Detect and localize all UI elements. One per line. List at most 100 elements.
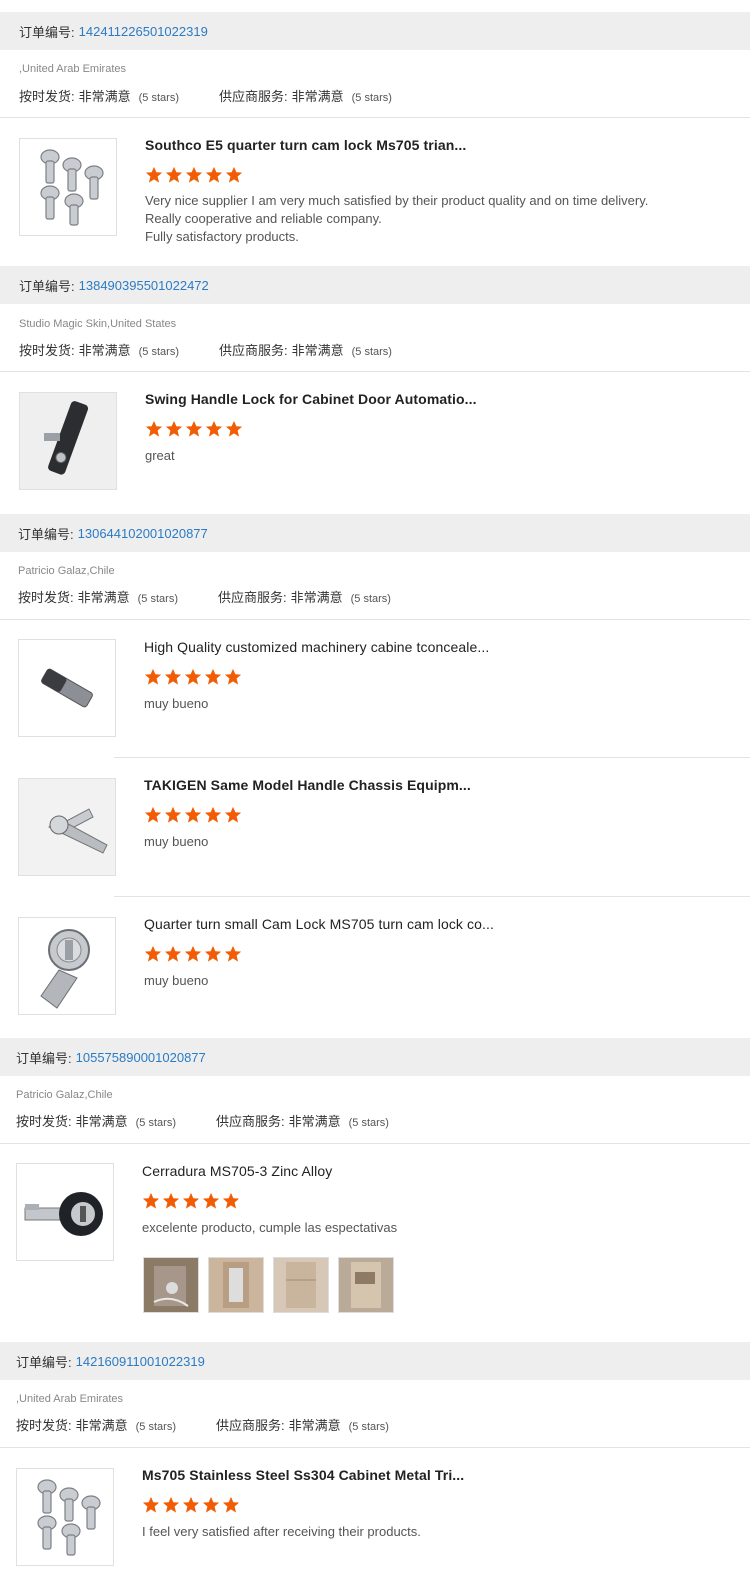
product-title-link[interactable]: Southco E5 quarter turn cam lock Ms705 t… (145, 137, 466, 153)
service-label: 供应商服务: (218, 89, 288, 104)
order-number-label: 订单编号: (16, 1050, 72, 1066)
star-icon (142, 1496, 160, 1513)
service-value: 非常满意 (288, 1418, 341, 1433)
star-icon (144, 668, 162, 685)
on-time-label: 按时发货: (18, 590, 74, 605)
product-thumbnail[interactable] (18, 778, 116, 876)
divider (0, 619, 750, 620)
seller-ratings: 按时发货: 非常满意 (5 stars) 供应商服务: 非常满意 (5 star… (18, 587, 391, 606)
product-title-link[interactable]: High Quality customized machinery cabine… (144, 639, 489, 655)
product-thumbnail[interactable] (16, 1468, 114, 1566)
product-thumbnail[interactable] (18, 639, 116, 737)
order-number-link[interactable]: 142411226501022319 (79, 24, 208, 39)
buyer-info: Patricio Galaz,Chile (18, 565, 115, 577)
star-icon (224, 806, 242, 823)
star-icon (204, 668, 222, 685)
star-icon (144, 945, 162, 962)
product-thumbnail[interactable] (16, 1163, 114, 1261)
on-time-value: 非常满意 (75, 1114, 128, 1129)
star-icon (164, 668, 182, 685)
star-icon (222, 1192, 240, 1209)
service-label: 供应商服务: (215, 1418, 285, 1433)
order-header: 订单编号: 130644102001020877 (0, 514, 750, 552)
on-time-label: 按时发货: (16, 1418, 72, 1433)
order-header: 订单编号: 142160911001022319 (0, 1342, 750, 1380)
divider (0, 371, 750, 372)
star-icon (165, 166, 183, 183)
product-title-link[interactable]: Ms705 Stainless Steel Ss304 Cabinet Meta… (142, 1467, 464, 1483)
star-icon (222, 1496, 240, 1513)
product-title-link[interactable]: TAKIGEN Same Model Handle Chassis Equipm… (144, 777, 471, 793)
star-icon (225, 166, 243, 183)
star-icon (224, 668, 242, 685)
seller-ratings: 按时发货: 非常满意 (5 stars) 供应商服务: 非常满意 (5 star… (16, 1415, 389, 1434)
service-label: 供应商服务: (218, 343, 288, 358)
service-stars: (5 stars) (350, 593, 391, 605)
service-stars: (5 stars) (351, 92, 392, 104)
on-time-value: 非常满意 (78, 89, 131, 104)
star-icon (145, 420, 163, 437)
star-icon (165, 420, 183, 437)
star-icon (225, 420, 243, 437)
divider (0, 1143, 750, 1144)
seller-ratings: 按时发货: 非常满意 (5 stars) 供应商服务: 非常满意 (5 star… (16, 1111, 389, 1130)
buyer-photo[interactable] (338, 1257, 394, 1313)
service-label: 供应商服务: (215, 1114, 285, 1129)
service-label: 供应商服务: (217, 590, 287, 605)
buyer-photo[interactable] (208, 1257, 264, 1313)
product-thumbnail[interactable] (19, 138, 117, 236)
order-number-label: 订单编号: (19, 278, 75, 294)
on-time-value: 非常满意 (78, 343, 131, 358)
review-comment: muy bueno (144, 696, 209, 711)
rating-stars (145, 420, 243, 438)
buyer-photo[interactable] (143, 1257, 199, 1313)
on-time-stars: (5 stars) (138, 346, 179, 358)
order-number-label: 订单编号: (19, 24, 75, 40)
product-title-link[interactable]: Cerradura MS705-3 Zinc Alloy (142, 1163, 332, 1179)
seller-ratings: 按时发货: 非常满意 (5 stars) 供应商服务: 非常满意 (5 star… (19, 340, 392, 359)
on-time-label: 按时发货: (19, 343, 75, 358)
product-thumbnail[interactable] (18, 917, 116, 1015)
rating-stars (144, 945, 242, 963)
on-time-value: 非常满意 (75, 1418, 128, 1433)
buyer-photo[interactable] (273, 1257, 329, 1313)
review-comment: I feel very satisfied after receiving th… (142, 1524, 421, 1539)
divider (0, 117, 750, 118)
review-comment: muy bueno (144, 973, 209, 988)
star-icon (142, 1192, 160, 1209)
on-time-stars: (5 stars) (135, 1421, 176, 1433)
on-time-label: 按时发货: (19, 89, 75, 104)
rating-stars (142, 1192, 240, 1210)
order-number-link[interactable]: 130644102001020877 (78, 526, 208, 541)
rating-stars (144, 806, 242, 824)
review-comment: excelente producto, cumple las espectati… (142, 1220, 398, 1235)
on-time-stars: (5 stars) (135, 1117, 176, 1129)
star-icon (202, 1496, 220, 1513)
on-time-stars: (5 stars) (137, 593, 178, 605)
order-number-link[interactable]: 138490395501022472 (79, 278, 209, 293)
order-header: 订单编号: 138490395501022472 (0, 266, 750, 304)
divider (114, 757, 750, 758)
rating-stars (142, 1496, 240, 1514)
on-time-value: 非常满意 (77, 590, 130, 605)
star-icon (182, 1192, 200, 1209)
order-header: 订单编号: 105575890001020877 (0, 1038, 750, 1076)
on-time-label: 按时发货: (16, 1114, 72, 1129)
star-icon (184, 945, 202, 962)
star-icon (145, 166, 163, 183)
order-number-label: 订单编号: (18, 526, 74, 542)
order-number-link[interactable]: 142160911001022319 (76, 1354, 205, 1369)
star-icon (184, 668, 202, 685)
product-thumbnail[interactable] (19, 392, 117, 490)
order-number-link[interactable]: 105575890001020877 (76, 1050, 206, 1065)
service-stars: (5 stars) (351, 346, 392, 358)
product-title-link[interactable]: Swing Handle Lock for Cabinet Door Autom… (145, 391, 477, 407)
buyer-info: ,United Arab Emirates (19, 63, 126, 75)
buyer-info: Studio Magic Skin,United States (19, 318, 177, 330)
product-title-link[interactable]: Quarter turn small Cam Lock MS705 turn c… (144, 916, 494, 932)
star-icon (204, 945, 222, 962)
star-icon (204, 806, 222, 823)
star-icon (205, 166, 223, 183)
review-comment: muy bueno (144, 834, 209, 849)
star-icon (205, 420, 223, 437)
